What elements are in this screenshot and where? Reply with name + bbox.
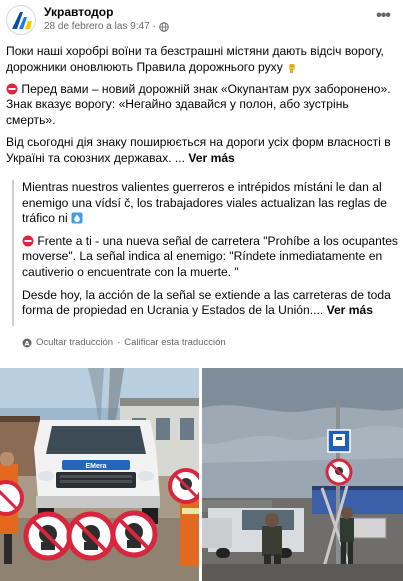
page-avatar[interactable] — [6, 5, 36, 35]
rate-translation-link[interactable]: Calificar esta traducción — [124, 337, 225, 348]
translation-paragraph: Mientras nuestros valientes guerreros e … — [22, 180, 398, 227]
raised-fist-emoji-icon — [289, 63, 296, 73]
hide-translation-link[interactable]: Ocultar traducción — [36, 337, 113, 348]
translation-block: Mientras nuestros valientes guerreros e … — [12, 180, 398, 326]
translation-paragraph: Frente a ti - una nueva señal de carrete… — [22, 234, 398, 281]
no-entry-emoji-icon — [6, 83, 18, 95]
more-options-button[interactable]: ••• — [373, 8, 393, 28]
post-body: Поки наші хоробрі воїни та безстрашні мі… — [6, 44, 398, 173]
forbidden-sign-graphic — [168, 468, 199, 504]
post-paragraph-text: Перед вами – новий дорожній знак «Окупан… — [6, 81, 391, 128]
no-entry-emoji-icon — [22, 235, 34, 247]
svg-text:A: A — [24, 339, 29, 347]
post-meta: 28 de febrero a las 9:47 · — [44, 21, 169, 32]
see-more-link[interactable]: Ver más — [188, 151, 234, 165]
forbidden-sign-graphic — [110, 510, 158, 558]
globe-icon — [159, 21, 169, 32]
ukravtodor-logo-icon — [7, 6, 35, 34]
translation-actions: A Ocultar traducción · Calificar esta tr… — [22, 337, 226, 348]
see-more-translation-link[interactable]: Ver más — [327, 303, 373, 317]
forbidden-sign-graphic — [23, 511, 73, 561]
forbidden-sign-graphic — [0, 480, 24, 516]
forbidden-sign-graphic — [66, 511, 116, 561]
translate-icon: A — [22, 338, 32, 347]
van-photo-image: EMera — [0, 368, 199, 581]
forbidden-sign-graphic — [325, 458, 353, 486]
meta-separator: · — [152, 21, 156, 32]
post-paragraph-text: Поки наші хоробрі воїни та безстрашні мі… — [6, 44, 384, 74]
page-name[interactable]: Укравтодор — [44, 5, 113, 19]
translation-paragraph: Desde hoy, la acción de la señal se exti… — [22, 288, 398, 319]
photo-sign-installation[interactable] — [202, 368, 403, 581]
post-paragraph: Перед вами – новий дорожній знак «Окупан… — [6, 82, 398, 129]
translation-paragraph-text: Frente a ti - una nueva señal de carrete… — [22, 233, 398, 279]
post-photos: EMera — [0, 368, 403, 581]
sign-installation-photo-image — [202, 368, 403, 581]
post-header: Укравтодор 28 de febrero a las 9:47 · ••… — [0, 0, 403, 38]
photo-van-with-signs[interactable]: EMera — [0, 368, 199, 581]
water-drop-emoji-icon — [71, 212, 83, 224]
post-paragraph: Поки наші хоробрі воїни та безстрашні мі… — [6, 44, 398, 76]
van-badge-text: EMera — [85, 463, 106, 470]
translation-links-separator: · — [117, 337, 121, 348]
post-date[interactable]: 28 de febrero a las 9:47 — [44, 21, 150, 32]
post-paragraph: Від сьогодні дія знаку поширюється на до… — [6, 135, 398, 167]
